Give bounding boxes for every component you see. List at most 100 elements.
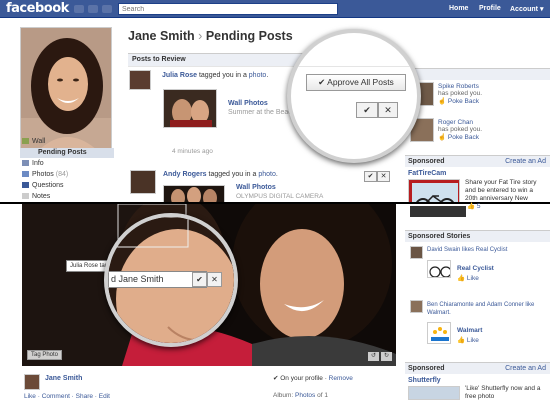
breadcrumb-arrow: ›	[198, 29, 203, 43]
poker-name-link[interactable]: Roger Chan	[438, 119, 482, 126]
photo-link[interactable]: photo	[258, 171, 276, 178]
sponsored-title: Sponsored	[408, 158, 445, 165]
poker-name-link[interactable]: Spike Roberts	[438, 83, 482, 90]
wall-icon	[22, 138, 29, 145]
post-timestamp: 4 minutes ago	[172, 148, 213, 155]
right-column: es Spike Roberts has poked you. ☝ Poke B…	[405, 36, 550, 202]
create-ad-link[interactable]: Create an Ad	[505, 158, 546, 165]
sponsored-stories-title: Sponsored Stories	[408, 233, 471, 240]
avatar[interactable]	[410, 246, 423, 259]
profile-link[interactable]: Profile	[479, 5, 501, 12]
avatar[interactable]	[410, 300, 423, 313]
section-label: Posts to Review	[132, 56, 186, 63]
approve-all-magnifier: ✔ Approve All Posts ✔ ✕	[287, 29, 421, 163]
author-link[interactable]: Julia Rose	[162, 72, 197, 79]
album-link[interactable]: Photos	[295, 392, 315, 399]
sidebar-item-photos[interactable]: Photos (84)	[22, 171, 68, 178]
account-menu[interactable]: Account ▾	[510, 5, 543, 13]
author-link[interactable]: Andy Rogers	[163, 171, 207, 178]
photo-tagging-view: Tag Photo ↺ ↻ Julia Rose tagg d Jane Smi…	[0, 202, 550, 400]
story-text: tagged you in a	[206, 171, 259, 178]
album-link[interactable]: Wall Photos	[236, 184, 276, 191]
page-title: Jane Smith › Pending Posts	[128, 29, 293, 43]
sidebar-item-info[interactable]: Info	[22, 160, 44, 167]
tag-magnifier: d Jane Smith ✔ ✕	[104, 213, 238, 347]
facebook-logo[interactable]: facebook	[6, 1, 69, 16]
sidebar-item-questions[interactable]: Questions	[22, 182, 64, 189]
ad-image[interactable]	[410, 206, 466, 217]
remove-link[interactable]: Remove	[329, 375, 353, 382]
like-count[interactable]: 👍 5	[467, 202, 481, 210]
remove-tag-button[interactable]: ✕	[207, 272, 222, 287]
top-bar: facebook Home Profile Account ▾	[0, 0, 550, 18]
poke-text: has poked you.	[438, 126, 483, 133]
photo-actions[interactable]: Like · Comment · Share · Edit	[24, 393, 110, 400]
avatar[interactable]	[130, 170, 156, 194]
sponsored-stories-header: Sponsored Stories	[405, 230, 550, 242]
post-story: Andy Rogers tagged you in a photo.	[163, 171, 278, 178]
rotate-right-icon[interactable]: ↻	[381, 352, 392, 361]
tag-photo-button[interactable]: Tag Photo	[27, 350, 63, 360]
hide-post-button[interactable]: ✕	[378, 102, 398, 118]
pokes-header: es	[405, 68, 550, 80]
approve-post-button[interactable]: ✔	[364, 171, 377, 182]
photos-icon	[22, 171, 29, 178]
story-text[interactable]: David Swain likes Real Cyclist	[427, 247, 507, 253]
avatar[interactable]	[24, 374, 40, 390]
page-link[interactable]: Real Cyclist	[457, 265, 494, 272]
post-photo-thumbnail[interactable]	[163, 185, 225, 202]
post-photo-thumbnail[interactable]	[163, 89, 217, 128]
sidebar-item-label: Notes	[32, 193, 51, 200]
approve-tag-button[interactable]: ✔	[192, 272, 207, 287]
profile-picture[interactable]	[20, 27, 112, 149]
photo-link[interactable]: photo	[249, 72, 267, 79]
sidebar-item-pending-posts[interactable]: Pending Posts	[38, 149, 87, 156]
home-link[interactable]: Home	[449, 5, 468, 12]
profile-status: ✔ On your profile · Remove	[273, 374, 353, 382]
photo-caption: OLYMPUS DIGITAL CAMERA	[236, 193, 324, 200]
sidebar-item-wall[interactable]: Wall	[22, 138, 45, 145]
right-column: 👍 5 Sponsored Stories David Swain likes …	[405, 202, 550, 400]
album-link[interactable]: Wall Photos	[228, 100, 268, 107]
questions-icon	[22, 182, 29, 189]
ad-text: 'Like' Shutterfly now and a free photo	[465, 385, 541, 400]
poke-item: Roger Chan has poked you. ☝ Poke Back	[438, 119, 482, 141]
album-position: of 1	[315, 392, 328, 399]
like-label: Like	[466, 275, 479, 282]
story-text[interactable]: Ben Chiaramonte and Adam Conner like Wal…	[427, 301, 547, 317]
poke-back-link[interactable]: ☝ Poke Back	[438, 133, 482, 141]
hide-post-button[interactable]: ✕	[377, 171, 390, 182]
poster-name-link[interactable]: Jane Smith	[45, 375, 82, 382]
avatar[interactable]	[129, 70, 151, 90]
walmart-logo[interactable]	[427, 322, 451, 344]
notifications-icon[interactable]	[102, 5, 112, 13]
approve-all-posts-button[interactable]: ✔ Approve All Posts	[306, 74, 406, 91]
like-button[interactable]: 👍 Like	[457, 274, 479, 282]
page-link[interactable]: Walmart	[457, 327, 482, 334]
sponsored-header: Sponsored Create an Ad	[405, 155, 550, 167]
poke-text: has poked you.	[438, 90, 483, 97]
photos-count: (84)	[55, 171, 69, 178]
rotate-left-icon[interactable]: ↺	[368, 352, 379, 361]
ad-title-link[interactable]: Shutterfly	[408, 377, 441, 384]
ad-image[interactable]	[408, 179, 460, 202]
story-end: .	[275, 171, 278, 178]
ad-title-link[interactable]: FatTireCam	[408, 170, 446, 177]
messages-icon[interactable]	[88, 5, 98, 13]
sidebar-item-label: Questions	[32, 182, 64, 189]
sidebar-item-notes[interactable]: Notes	[22, 193, 50, 200]
sidebar-item-label: Info	[32, 160, 44, 167]
poke-item: Spike Roberts has poked you. ☝ Poke Back	[438, 83, 482, 105]
real-cyclist-logo[interactable]	[427, 260, 451, 278]
like-button[interactable]: 👍 Like	[457, 336, 479, 344]
approve-post-button[interactable]: ✔	[356, 102, 378, 118]
profile-name-link[interactable]: Jane Smith	[128, 29, 195, 43]
create-ad-link[interactable]: Create an Ad	[505, 365, 546, 372]
search-input[interactable]	[118, 3, 338, 15]
divider	[291, 66, 417, 67]
poke-back-label: Poke Back	[447, 98, 479, 105]
like-label: Like	[466, 337, 479, 344]
ad-image[interactable]	[408, 386, 460, 400]
friend-requests-icon[interactable]	[74, 5, 84, 13]
poke-back-link[interactable]: ☝ Poke Back	[438, 97, 482, 105]
